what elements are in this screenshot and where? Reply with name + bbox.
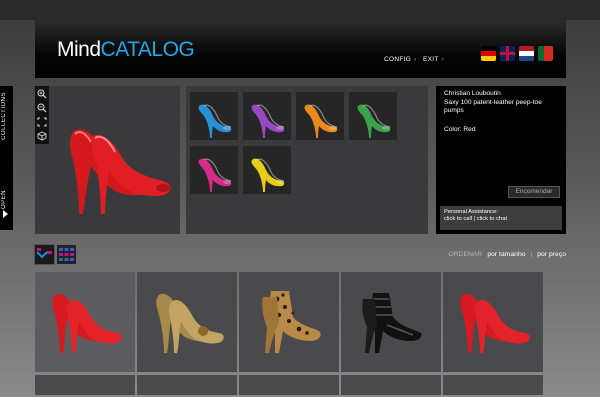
product-name: Christian Louboutin Saxy 100 patent-leat… — [444, 90, 562, 116]
header: MindCATALOG CONFIG › EXIT › — [35, 20, 566, 78]
order-button[interactable]: Encomendar — [508, 186, 560, 198]
fit-icon[interactable] — [37, 117, 47, 127]
color-swatch[interactable] — [243, 146, 291, 194]
collections-sidebar[interactable]: COLLECTIONS OPEN — [0, 86, 13, 230]
sort-by-size-link[interactable]: por tamanho — [487, 251, 525, 258]
product-card[interactable] — [443, 375, 543, 395]
sort-separator: | — [530, 251, 533, 258]
color-swatches — [186, 86, 428, 234]
open-label: OPEN — [1, 190, 7, 210]
exit-link[interactable]: EXIT › — [423, 56, 444, 63]
assistance-title: Personal Assistance: — [444, 209, 498, 215]
config-label: CONFIG — [384, 56, 412, 63]
color-swatch[interactable] — [190, 146, 238, 194]
view-mode-selector — [34, 244, 76, 265]
app-logo: MindCATALOG — [57, 38, 195, 62]
product-thumbnail — [147, 287, 227, 362]
color-swatch[interactable] — [243, 92, 291, 140]
product-card[interactable] — [239, 375, 339, 395]
config-link[interactable]: CONFIG › — [384, 56, 417, 63]
click-to-chat-link[interactable]: click to chat — [477, 216, 507, 222]
product-color: Color: Red — [444, 126, 476, 133]
sort-label: ORDENAR — [448, 251, 483, 258]
personal-assistance: Personal Assistance: click to call | cli… — [440, 206, 562, 230]
assistance-links: click to call | click to chat — [444, 216, 558, 223]
sort-by-price-link[interactable]: por preço — [537, 251, 566, 258]
product-thumbnail — [453, 287, 533, 362]
de-flag-icon[interactable] — [481, 46, 496, 61]
main-product-image — [65, 124, 175, 221]
product-info-panel: Christian Louboutin Saxy 100 patent-leat… — [436, 86, 566, 234]
click-to-call-link[interactable]: click to call — [444, 216, 472, 222]
product-thumbnail — [249, 287, 329, 362]
chevron-right-icon: › — [441, 56, 445, 63]
color-swatch[interactable] — [190, 92, 238, 140]
product-card[interactable] — [35, 272, 135, 372]
top-strip — [0, 0, 600, 20]
sort-bar: ORDENAR por tamanho | por preço — [448, 251, 566, 258]
pt-flag-icon[interactable] — [538, 46, 553, 61]
product-viewer — [35, 86, 180, 234]
product-model: Saxy 100 patent-leather peep-toe pumps — [444, 98, 542, 115]
viewer-toolbar — [35, 86, 49, 144]
exit-label: EXIT — [423, 56, 439, 63]
product-card[interactable] — [239, 272, 339, 372]
grid-view-icon — [59, 248, 74, 261]
carousel-view-button[interactable] — [34, 244, 55, 265]
nl-flag-icon[interactable] — [519, 46, 534, 61]
zoom-out-icon[interactable] — [37, 103, 47, 113]
collections-label: COLLECTIONS — [1, 92, 7, 140]
assistance-separator: | — [473, 216, 476, 222]
product-thumbnail — [45, 287, 125, 362]
product-card[interactable] — [137, 272, 237, 372]
logo-catalog: CATALOG — [100, 38, 195, 61]
product-brand: Christian Louboutin — [444, 90, 501, 97]
logo-mind: Mind — [57, 38, 101, 61]
expand-arrow-icon[interactable] — [3, 210, 8, 218]
uk-flag-icon[interactable] — [500, 46, 515, 61]
grid-view-button[interactable] — [57, 245, 76, 264]
zoom-in-icon[interactable] — [37, 89, 47, 99]
product-card[interactable] — [341, 375, 441, 395]
product-card[interactable] — [341, 272, 441, 372]
color-swatch[interactable] — [296, 92, 344, 140]
product-card[interactable] — [137, 375, 237, 395]
chevron-right-icon: › — [414, 56, 417, 63]
language-selector — [481, 46, 553, 61]
product-card[interactable] — [443, 272, 543, 372]
3d-box-icon[interactable] — [37, 131, 47, 141]
product-card[interactable] — [35, 375, 135, 395]
carousel-view-icon — [36, 248, 52, 259]
product-thumbnail — [351, 287, 431, 362]
color-swatch[interactable] — [349, 92, 397, 140]
